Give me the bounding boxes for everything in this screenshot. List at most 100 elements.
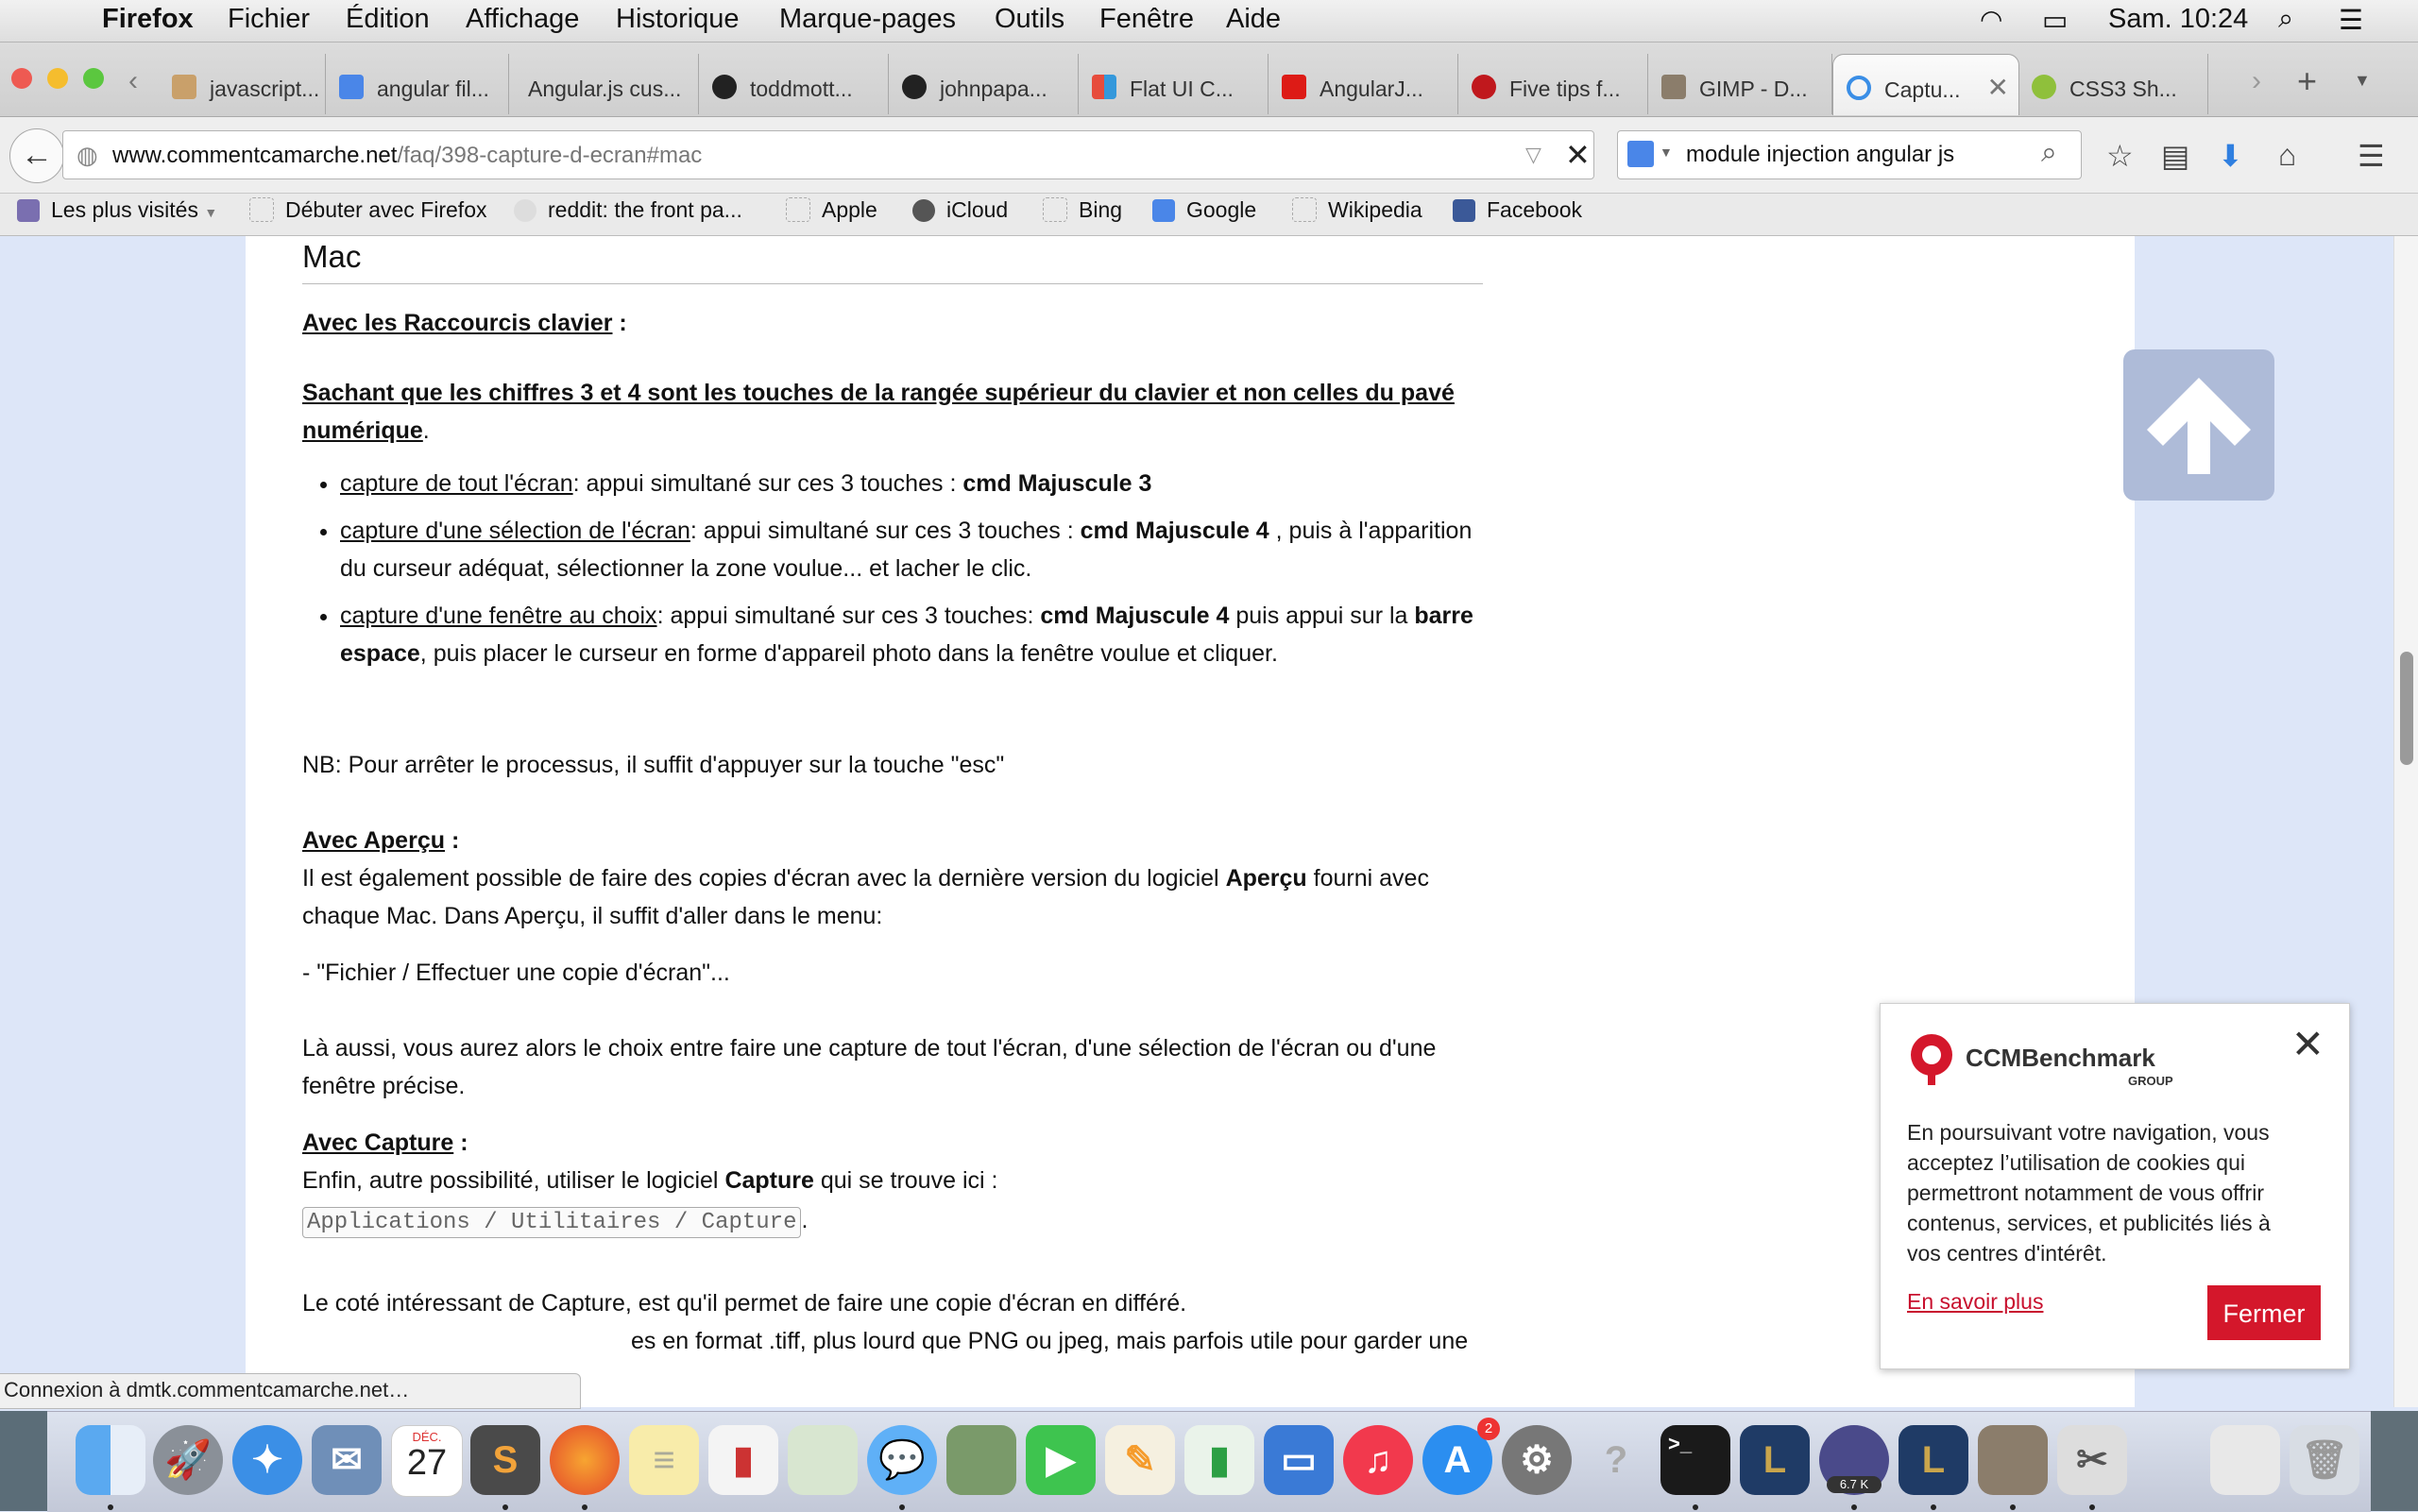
tab-gimp[interactable]: GIMP - D... [1648,54,1832,114]
google-search-engine-icon[interactable] [1627,141,1654,167]
launchpad-icon[interactable]: 🚀 [153,1425,223,1495]
scrollbar-thumb[interactable] [2400,652,2413,765]
notes-icon[interactable]: ≡ [629,1425,699,1495]
app-store-badge: 2 [1477,1418,1500,1440]
bookmark-google[interactable]: Google [1152,197,1256,223]
finder-icon[interactable] [76,1425,145,1495]
tabs-scroll-left-icon[interactable]: ‹ [128,65,138,97]
page-scrollbar[interactable] [2393,236,2418,1407]
bookmark-bing[interactable]: Bing [1043,197,1122,223]
bookmark-debuter-firefox[interactable]: Débuter avec Firefox [249,197,486,223]
maps-icon[interactable] [788,1425,858,1495]
mail-icon[interactable]: ✉ [312,1425,382,1495]
tab-list-chevron-down-icon[interactable]: ▼ [2354,71,2371,91]
itunes-icon[interactable]: ♫ [1343,1425,1413,1495]
close-window-button[interactable] [11,68,32,89]
menu-historique[interactable]: Historique [616,4,740,35]
download-manager-icon[interactable]: 6.7 K [1819,1425,1889,1495]
messages-icon[interactable]: 💬 [867,1425,937,1495]
bookmark-facebook[interactable]: Facebook [1453,197,1582,223]
tab-toddmott[interactable]: toddmott... [699,54,889,114]
zoom-window-button[interactable] [83,68,104,89]
app-store-icon[interactable]: A 2 [1422,1418,1500,1495]
battery-icon[interactable]: ▭ [2042,4,2068,37]
menu-affichage[interactable]: Affichage [466,4,579,35]
back-button[interactable]: ← [9,128,64,183]
firefox-icon[interactable] [550,1425,620,1495]
league-of-legends-icon[interactable]: L [1740,1425,1810,1495]
url-dropdown-icon[interactable]: ▽ [1525,143,1541,167]
spotlight-icon[interactable]: ⌕ [2278,4,2293,35]
numbers-icon[interactable]: ▮ [1184,1425,1254,1495]
search-icon[interactable]: ⌕ [2041,137,2057,169]
app-menu[interactable]: Firefox [102,4,194,35]
wifi-icon[interactable]: ◠ [1980,4,2002,35]
league-of-legends-icon[interactable]: L [1899,1425,1968,1495]
downloads-icon[interactable]: ⬇ [2218,138,2243,174]
bookmark-wikipedia[interactable]: Wikipedia [1292,197,1422,223]
gimp-icon[interactable] [1978,1425,2048,1495]
url-text: www.commentcamarche.net/faq/398-capture-… [112,143,703,168]
safari-icon[interactable]: ✦ [232,1425,302,1495]
tab-capture-active[interactable]: Captu... ✕ [1832,54,2019,115]
tab-css3[interactable]: CSS3 Sh... [2018,54,2208,114]
hamburger-menu-icon[interactable]: ☰ [2358,138,2385,174]
shortcut-link[interactable]: capture de tout l'écran [340,470,573,497]
stop-loading-icon[interactable]: ✕ [1565,137,1591,173]
home-icon[interactable]: ⌂ [2278,138,2296,173]
trash-icon[interactable]: 🗑 [2290,1425,2359,1495]
terminal-icon[interactable]: >_ [1660,1425,1730,1495]
popcorn-time-icon[interactable]: ▮ [708,1425,778,1495]
tab-angular-fil[interactable]: angular fil... [326,54,509,114]
menu-edition[interactable]: Édition [346,4,430,35]
calendar-icon[interactable]: DÉC. 27 [391,1425,463,1497]
new-tab-icon[interactable]: + [2297,61,2317,101]
bookmark-star-icon[interactable]: ☆ [2106,138,2134,174]
notification-center-icon[interactable]: ☰ [2339,4,2363,37]
close-popup-icon[interactable]: ✕ [2291,1021,2324,1067]
facetime-icon[interactable]: ▶ [1026,1425,1096,1495]
documents-folder-icon[interactable] [2210,1425,2280,1495]
bookmark-icloud[interactable]: iCloud [912,197,1008,223]
grab-icon[interactable]: ✂ [2057,1425,2127,1495]
tab-angularj[interactable]: AngularJ... [1269,54,1458,114]
shortcut-link[interactable]: capture d'une sélection de l'écran [340,518,690,544]
learn-more-link[interactable]: En savoir plus [1907,1289,2043,1315]
clock[interactable]: Sam. 10:24 [2108,4,2248,35]
menu-fenetre[interactable]: Fenêtre [1099,4,1194,35]
sublime-text-icon[interactable]: S [470,1425,540,1495]
tab-five-tips[interactable]: Five tips f... [1458,54,1648,114]
pages-icon[interactable]: ✎ [1105,1425,1175,1495]
tabs-scroll-right-icon[interactable]: › [2252,65,2261,97]
close-cookie-button[interactable]: Fermer [2207,1285,2321,1340]
tab-flat-ui[interactable]: Flat UI C... [1079,54,1269,114]
minimize-window-button[interactable] [47,68,68,89]
bookmark-reddit[interactable]: reddit: the front pa... [514,197,742,223]
search-engine-dropdown-icon[interactable]: ▼ [1660,144,1673,160]
search-bar[interactable]: ▼ ⌕ [1617,130,2082,179]
page-icon [1043,197,1067,222]
close-tab-icon[interactable]: ✕ [1987,72,2009,103]
menu-aide[interactable]: Aide [1226,4,1281,35]
bookmark-most-visited[interactable]: Les plus visités ▼ [17,197,217,223]
menu-fichier[interactable]: Fichier [228,4,310,35]
help-icon[interactable]: ? [1581,1425,1651,1495]
tab-javascript[interactable]: javascript... [159,54,326,114]
search-input[interactable] [1684,139,2028,171]
capture-paragraph-3: es en format .tiff, plus lourd que PNG o… [631,1328,1469,1354]
download-badge: 6.7 K [1827,1476,1882,1493]
reading-list-icon[interactable]: ▤ [2161,138,2189,174]
tab-johnpapa[interactable]: johnpapa... [889,54,1079,114]
shortcut-link[interactable]: capture d'une fenêtre au choix [340,603,657,629]
bookmark-apple[interactable]: Apple [786,197,877,223]
keynote-icon[interactable]: ▭ [1264,1425,1334,1495]
heading-divider [302,283,1483,284]
system-preferences-icon[interactable]: ⚙ [1502,1425,1572,1495]
iphoto-icon[interactable] [946,1425,1016,1495]
scroll-to-top-button[interactable] [2123,349,2274,501]
desktop-wallpaper [0,1411,47,1511]
menu-outils[interactable]: Outils [995,4,1064,35]
url-bar[interactable]: ◍ www.commentcamarche.net/faq/398-captur… [62,130,1594,179]
tab-angularjs-cus[interactable]: Angular.js cus... [509,54,699,114]
menu-marque-pages[interactable]: Marque-pages [779,4,956,35]
